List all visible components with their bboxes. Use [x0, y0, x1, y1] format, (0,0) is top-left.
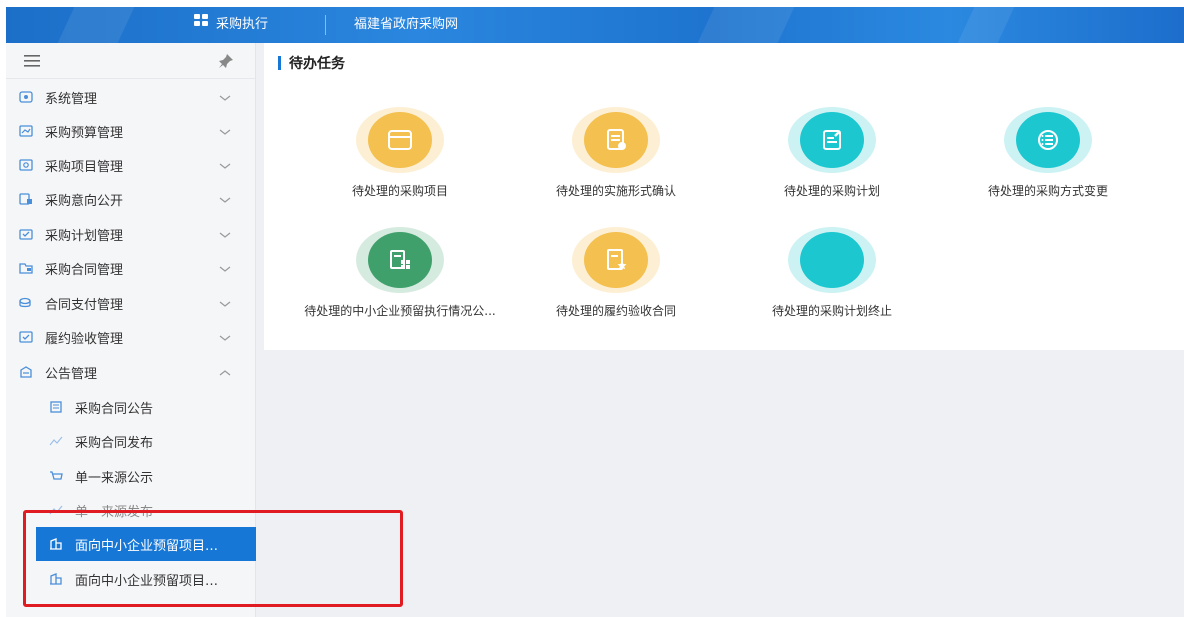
folder-icon [368, 112, 432, 168]
project-icon [19, 159, 33, 171]
acceptance-icon [19, 331, 33, 343]
task-implementation-confirm[interactable]: 待处理的实施形式确认 [496, 107, 736, 217]
sidebar-subitem-label: 采购合同发布 [75, 435, 154, 451]
sidebar-item-label: 履约验收管理 [45, 331, 124, 347]
module-tab-label: 采购执行 [216, 17, 269, 32]
task-acceptance-contracts[interactable]: 待处理的履约验收合同 [496, 227, 736, 337]
task-label: 待处理的采购计划 [783, 184, 880, 198]
sidebar-item-system[interactable]: 系统管理 [6, 80, 256, 114]
task-sme-reserved-execution[interactable]: 待处理的中小企业预留执行情况公... [280, 227, 520, 337]
building-icon [49, 573, 63, 585]
sidebar-subitem-label: 采购合同公告 [75, 401, 154, 417]
sidebar-item-plan[interactable]: 采购计划管理 [6, 217, 256, 251]
grid-doc-icon [368, 232, 432, 288]
list-refresh-icon [1016, 112, 1080, 168]
announcement-icon [19, 366, 33, 378]
task-icon-ring [356, 227, 444, 293]
sidebar-subitem-label: 单一来源发布 [75, 504, 154, 520]
sidebar-item-label: 采购意向公开 [45, 193, 124, 209]
section-title: 待办任务 [278, 53, 345, 73]
sidebar-item-label: 采购计划管理 [45, 228, 124, 244]
grid-icon [194, 7, 210, 43]
payment-icon [19, 297, 33, 309]
sidebar-subitem-contract-notice[interactable]: 采购合同公告 [6, 390, 256, 424]
chevron-down-icon [218, 160, 232, 170]
task-label: 待处理的中小企业预留执行情况公... [304, 304, 496, 318]
sidebar-item-label: 采购合同管理 [45, 262, 124, 278]
doc-icon [49, 401, 63, 413]
sidebar-item-label: 采购项目管理 [45, 159, 124, 175]
sidebar-subitem-label: 面向中小企业预留项目… [75, 573, 219, 589]
sidebar-item-payment[interactable]: 合同支付管理 [6, 286, 256, 320]
hamburger-menu-icon[interactable] [24, 55, 40, 71]
site-link[interactable]: 福建省政府采购网 [354, 7, 458, 43]
contract-icon [19, 262, 33, 274]
chevron-up-icon [218, 367, 232, 377]
todo-card: 待办任务 待处理的采购项目 待处理的实施形式确认 待处理的采购计划 待处理的采购… [264, 43, 1184, 350]
title-accent-bar [278, 56, 281, 70]
topbar-divider [325, 15, 326, 35]
sidebar-item-label: 合同支付管理 [45, 297, 124, 313]
sidebar-subitem-label: 面向中小企业预留项目… [75, 538, 219, 554]
chart-icon [49, 435, 63, 447]
task-icon-ring [572, 227, 660, 293]
section-title-text: 待办任务 [289, 56, 345, 72]
module-tab[interactable]: 采购执行 [194, 7, 268, 43]
chevron-down-icon [218, 229, 232, 239]
pin-icon[interactable] [218, 53, 234, 73]
chevron-down-icon [218, 126, 232, 136]
task-icon-ring [1004, 107, 1092, 173]
plan-icon [19, 228, 33, 240]
main-content: 待办任务 待处理的采购项目 待处理的实施形式确认 待处理的采购计划 待处理的采购… [256, 43, 1184, 617]
intent-icon [19, 193, 33, 205]
task-method-change[interactable]: 待处理的采购方式变更 [928, 107, 1168, 217]
sidebar-subitem-sme-reserved-active[interactable]: 面向中小企业预留项目… [36, 527, 256, 561]
sidebar-item-contract[interactable]: 采购合同管理 [6, 251, 256, 285]
task-label: 待处理的采购方式变更 [987, 184, 1108, 198]
top-navigation-bar: 采购执行 福建省政府采购网 [6, 7, 1184, 43]
sidebar: 系统管理 采购预算管理 采购项目管理 采购意向公开 采购计划管理 采购合同管理 … [6, 43, 256, 617]
chevron-down-icon [218, 263, 232, 273]
task-pending-plans[interactable]: 待处理的采购计划 [712, 107, 952, 217]
task-icon-ring [788, 107, 876, 173]
chart-icon [49, 504, 63, 516]
task-icon-ring [788, 227, 876, 293]
sidebar-item-announcement[interactable]: 公告管理 [6, 355, 256, 389]
system-settings-icon [19, 91, 33, 103]
sidebar-item-project[interactable]: 采购项目管理 [6, 148, 256, 182]
chevron-down-icon [218, 92, 232, 102]
chevron-down-icon [218, 298, 232, 308]
task-label: 待处理的采购项目 [351, 184, 448, 198]
edit-doc-icon [800, 112, 864, 168]
budget-icon [19, 125, 33, 137]
sidebar-item-label: 系统管理 [45, 91, 98, 107]
sidebar-subitem-label: 单一来源公示 [75, 470, 154, 486]
sidebar-item-acceptance[interactable]: 履约验收管理 [6, 320, 256, 354]
task-label: 待处理的履约验收合同 [555, 304, 676, 318]
task-pending-projects[interactable]: 待处理的采购项目 [280, 107, 520, 217]
chevron-down-icon [218, 194, 232, 204]
task-label: 待处理的实施形式确认 [555, 184, 676, 198]
blank-circle-icon [800, 232, 864, 288]
sidebar-item-budget[interactable]: 采购预算管理 [6, 114, 256, 148]
task-icon-ring [356, 107, 444, 173]
star-doc-icon [584, 232, 648, 288]
sidebar-item-label: 采购预算管理 [45, 125, 124, 141]
task-icon-ring [572, 107, 660, 173]
sidebar-header [6, 43, 255, 79]
doc-check-icon [584, 112, 648, 168]
building-icon [49, 538, 63, 550]
sidebar-item-label: 公告管理 [45, 366, 98, 382]
sidebar-item-intent[interactable]: 采购意向公开 [6, 182, 256, 216]
chevron-down-icon [218, 332, 232, 342]
sidebar-subitem-single-source-notice[interactable]: 单一来源公示 [6, 459, 256, 493]
sidebar-subitem-single-source-publish[interactable]: 单一来源发布 [6, 493, 256, 527]
sidebar-subitem-sme-reserved[interactable]: 面向中小企业预留项目… [36, 562, 256, 596]
task-label: 待处理的采购计划终止 [771, 304, 892, 318]
cart-icon [49, 470, 63, 482]
task-plan-termination[interactable]: 待处理的采购计划终止 [712, 227, 952, 337]
sidebar-subitem-contract-publish[interactable]: 采购合同发布 [6, 424, 256, 458]
site-link-label: 福建省政府采购网 [354, 17, 459, 32]
